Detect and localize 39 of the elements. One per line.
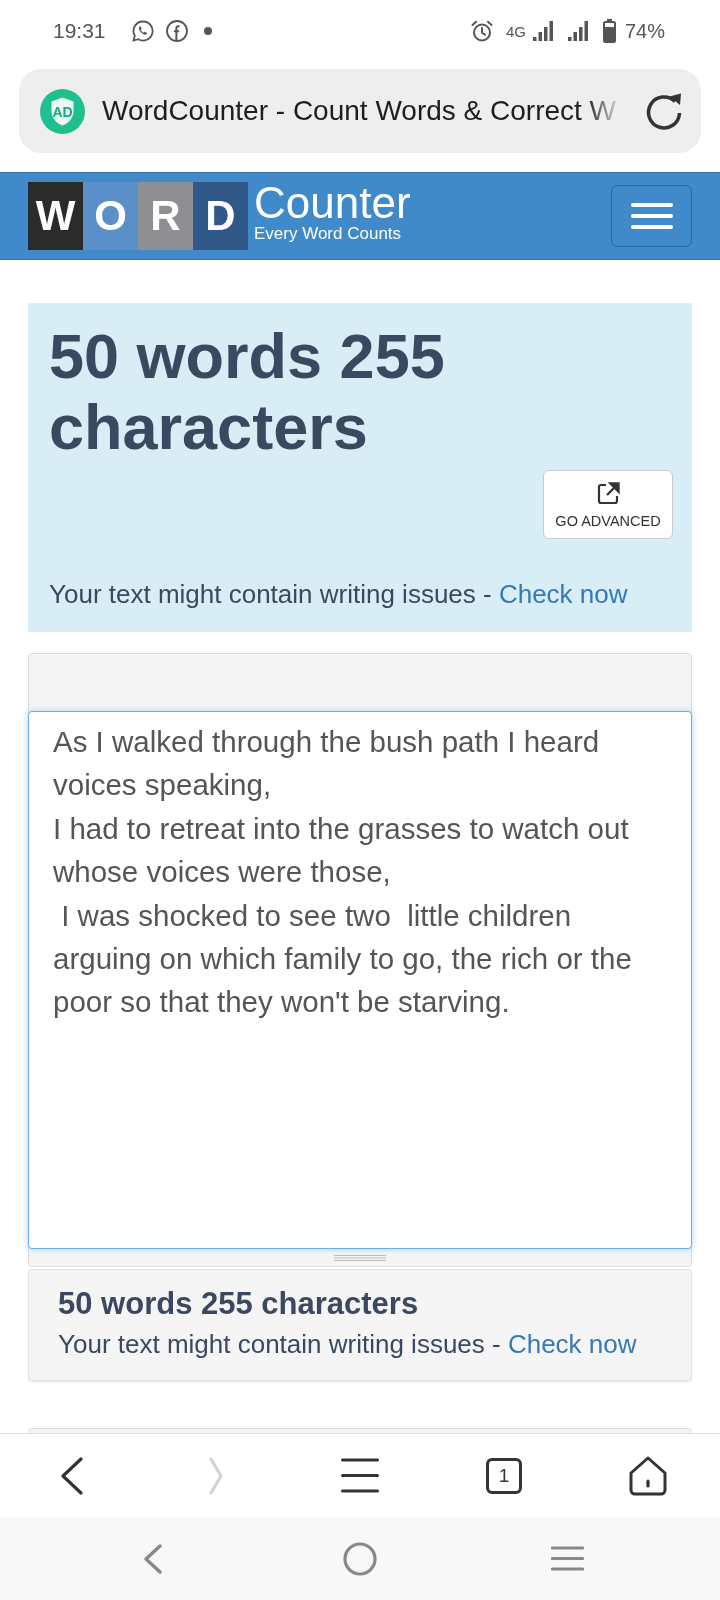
- word-count-heading: 50 words 255 characters: [49, 321, 446, 463]
- home-icon: [629, 1455, 667, 1496]
- check-now-link[interactable]: Check now: [507, 1329, 637, 1359]
- logo-letter-tile: W: [28, 182, 83, 250]
- text-input-area[interactable]: As I walked through the bush path I heard voices speaking, I had to retreat into the grasses to watch out whose voices were those, I was shocked to see two little children arguing on which family to go, the rich or the poor so that they won't be starving.: [28, 711, 692, 1249]
- home-button[interactable]: [629, 1455, 667, 1496]
- battery-percent: 74%: [624, 19, 665, 43]
- signal-icon: [567, 21, 588, 41]
- external-link-icon: [595, 481, 621, 506]
- writing-issues-notice: Your text might contain writing issues - Check now: [58, 1328, 638, 1361]
- resize-handle-icon[interactable]: [334, 1254, 386, 1261]
- word-count-summary: 50 words 255 characters: [58, 1285, 420, 1323]
- f-circle-icon: [164, 19, 189, 43]
- status-time: 19:31: [53, 19, 106, 43]
- go-advanced-button[interactable]: GO ADVANCED: [543, 470, 673, 539]
- logo-letter-tile: R: [138, 182, 193, 250]
- logo-letter-tile: D: [193, 182, 248, 250]
- menu-icon: [630, 203, 673, 229]
- home-circle-icon: [343, 1541, 377, 1576]
- menu-button[interactable]: [611, 185, 692, 247]
- menu-icon: [341, 1458, 379, 1493]
- page-title[interactable]: WordCounter - Count Words & Correct W: [102, 95, 616, 127]
- logo-tagline: Every Word Counts: [254, 224, 403, 243]
- writing-issues-notice: Your text might contain writing issues - Check now: [49, 579, 629, 609]
- check-now-link[interactable]: Check now: [498, 579, 628, 609]
- logo-letter-tile: O: [83, 182, 138, 250]
- phone-bubble-icon: [130, 19, 155, 43]
- address-bar[interactable]: AD WordCounter - Count Words & Correct W: [19, 69, 701, 153]
- back-button[interactable]: [60, 1456, 84, 1495]
- network-type: 4G: [505, 22, 526, 40]
- logo-wordmark: Counter: [254, 183, 411, 223]
- recent-apps-icon: [550, 1546, 584, 1571]
- menu-button[interactable]: [341, 1458, 379, 1493]
- alarm-clock-icon: [469, 19, 494, 43]
- tabs-button[interactable]: 1: [486, 1457, 522, 1494]
- signal-icon: [532, 21, 553, 41]
- notification-dot-icon: [203, 27, 212, 35]
- back-chevron-icon: [143, 1543, 163, 1574]
- battery-icon: [602, 19, 616, 43]
